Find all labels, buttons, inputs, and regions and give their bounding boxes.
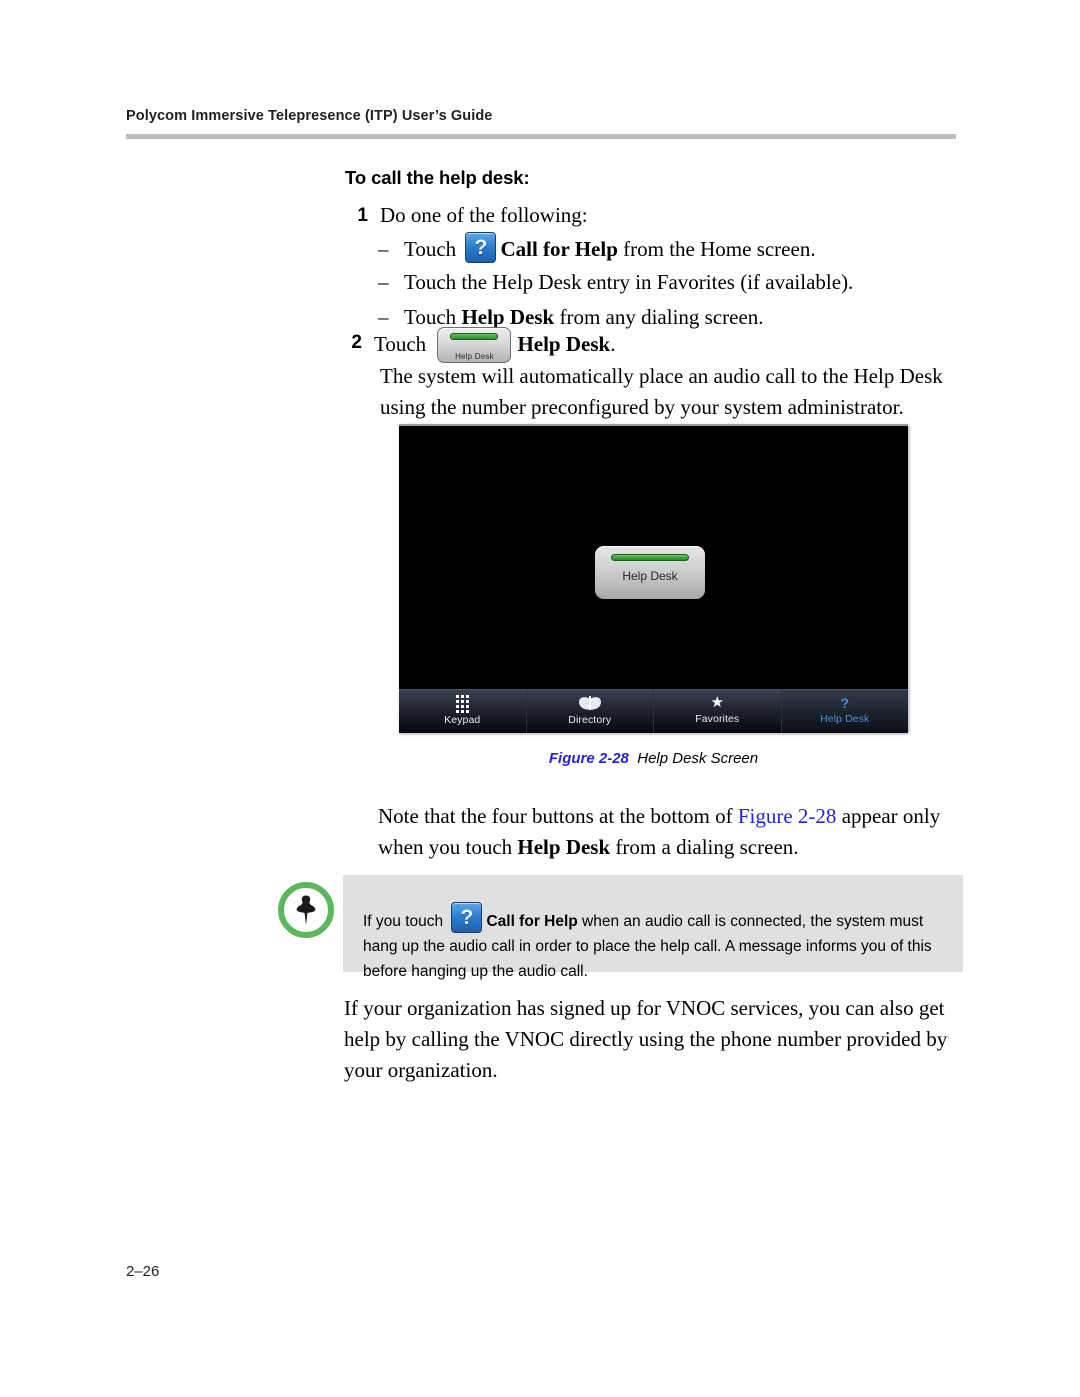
device-screen-area: Help Desk: [399, 426, 908, 690]
page-number: 2–26: [126, 1263, 160, 1280]
pushpin-note-icon: [278, 882, 334, 938]
sub-item-bold-text: Help Desk: [461, 305, 555, 329]
paragraph-vnoc: If your organization has signed up for V…: [344, 996, 948, 1082]
question-mark-glyph: ?: [474, 235, 488, 259]
step-2-bold-text: Help Desk: [517, 332, 611, 356]
help-desk-green-bar: [450, 333, 499, 340]
help-desk-green-bar: [611, 554, 689, 561]
sub-item-bold-text: Call for Help: [500, 237, 618, 261]
step-2-number: 2: [351, 332, 362, 353]
sub-item-dash: –: [378, 237, 389, 261]
toolbar-item-help-desk-label: Help Desk: [820, 713, 870, 725]
step-2-lead-text: Touch: [374, 332, 432, 356]
step-2: 2 Touch Help Desk Help Desk.: [340, 327, 960, 363]
sub-item-lead-text: Touch: [404, 237, 462, 261]
question-mark-glyph: ?: [460, 905, 474, 929]
toolbar-item-favorites-label: Favorites: [695, 713, 740, 725]
note-part-2: when an audio call is connected, the sys…: [363, 913, 932, 980]
step-1-sub-list: – Touch ? Call for Help from the Home scre…: [378, 232, 958, 337]
directory-book-icon: [527, 696, 654, 712]
question-mark-icon: ?: [840, 695, 850, 711]
note-box-text: If you touch ? Call for Help when an audi…: [363, 902, 953, 984]
star-icon: ★: [710, 695, 724, 711]
paragraph-about-buttons: Note that the four buttons at the bottom…: [378, 801, 963, 863]
help-desk-call-button-label: Help Desk: [622, 569, 678, 583]
sub-item-lead-text: Touch: [404, 305, 462, 329]
note-box-panel: If you touch ? Call for Help when an audi…: [343, 875, 963, 980]
step-1: 1 Do one of the following:: [346, 200, 946, 231]
figure-caption-title: Help Desk Screen: [637, 750, 759, 767]
sub-item-text: Touch the Help Desk entry in Favorites (…: [404, 270, 854, 294]
device-bottom-toolbar: Keypad Directory ★ Favorites ? Help Desk: [399, 689, 908, 733]
running-header: Polycom Immersive Telepresence (ITP) Use…: [126, 108, 956, 124]
keypad-grid-icon: [399, 694, 526, 713]
paragraph-part-1: Note that the four buttons at the bottom…: [378, 804, 738, 828]
figure-caption-number: Figure 2-28: [548, 750, 629, 767]
help-desk-call-button[interactable]: Help Desk: [595, 546, 705, 599]
help-desk-screen-figure: Help Desk Keypad Directory ★ Favorites ?…: [399, 424, 908, 733]
pushpin-glyph: [296, 895, 316, 926]
note-part-1: If you touch: [363, 913, 448, 930]
toolbar-item-directory-label: Directory: [568, 714, 612, 726]
sub-item-call-for-help: – Touch ? Call for Help from the Home scre…: [378, 232, 958, 263]
note-bold-call-for-help: Call for Help: [486, 913, 578, 930]
step-1-text: Do one of the following:: [380, 203, 588, 227]
sub-item-dash: –: [378, 270, 389, 294]
toolbar-item-help-desk[interactable]: ? Help Desk: [781, 690, 908, 733]
header-rule: [126, 134, 956, 139]
running-header-text: Polycom Immersive Telepresence (ITP) Use…: [126, 108, 493, 124]
paragraph-bold-help-desk: Help Desk: [517, 835, 611, 859]
sub-item-favorites-entry: – Touch the Help Desk entry in Favorites …: [378, 267, 958, 298]
step-1-number: 1: [357, 205, 368, 226]
toolbar-item-keypad[interactable]: Keypad: [399, 690, 527, 733]
help-question-icon[interactable]: ?: [465, 232, 497, 263]
figure-cross-reference-link[interactable]: Figure 2-28: [738, 804, 837, 828]
note-admonition: If you touch ? Call for Help when an audi…: [278, 875, 963, 980]
figure-caption: Figure 2-28 Help Desk Screen: [399, 750, 908, 767]
step-2-text: Touch Help Desk Help Desk.: [374, 327, 960, 363]
paragraph-part-3: from a dialing screen.: [610, 835, 799, 859]
step-2-trail-text: .: [610, 332, 616, 356]
help-question-icon[interactable]: ?: [451, 902, 483, 933]
toolbar-item-directory[interactable]: Directory: [527, 690, 654, 733]
section-title: To call the help desk:: [345, 167, 530, 188]
toolbar-item-keypad-label: Keypad: [444, 714, 481, 726]
step-2-body-paragraph: The system will automatically place an a…: [380, 364, 943, 419]
sub-item-trail-text: from any dialing screen.: [554, 305, 764, 329]
sub-item-trail-text: from the Home screen.: [617, 237, 816, 261]
toolbar-item-favorites[interactable]: ★ Favorites: [654, 690, 782, 733]
help-desk-button-icon[interactable]: Help Desk: [437, 327, 512, 363]
